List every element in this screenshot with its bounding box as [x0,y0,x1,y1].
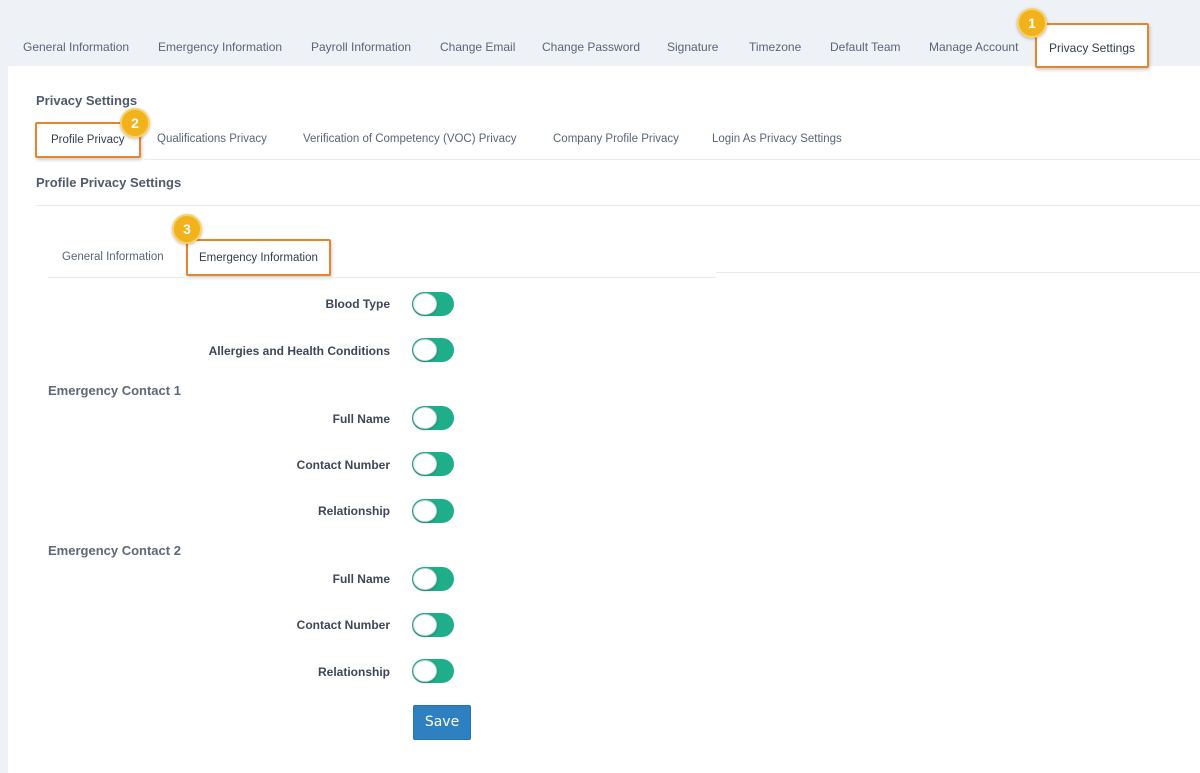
contact1-contact-number-label: Contact Number [296,458,390,472]
tab-privacy-settings[interactable]: Privacy Settings [1035,23,1150,68]
contact2-relationship-toggle[interactable] [412,659,454,683]
tab-manage-account[interactable]: Manage Account [929,40,1018,54]
inner-tab-emergency-information[interactable]: Emergency Information [186,239,331,276]
divider [716,272,1200,273]
toggle-knob [413,568,437,590]
contact1-relationship-toggle[interactable] [412,499,454,523]
step-badge-1: 1 [1017,8,1047,38]
contact2-relationship-label: Relationship [317,665,390,679]
tab-change-password[interactable]: Change Password [542,40,640,54]
contact2-full-name-label: Full Name [332,572,390,586]
subtab-company-profile-privacy[interactable]: Company Profile Privacy [553,133,679,145]
tab-signature[interactable]: Signature [667,40,718,54]
divider [144,159,1200,160]
allergies-toggle[interactable] [412,338,454,362]
toggle-knob [413,453,437,475]
blood-type-toggle[interactable] [412,292,454,316]
step-badge-2: 2 [120,108,150,138]
emergency-contact-1-title: Emergency Contact 1 [48,383,181,398]
section-title: Profile Privacy Settings [36,175,182,190]
toggle-knob [413,339,437,361]
tab-general-information[interactable]: General Information [23,40,129,54]
blood-type-label: Blood Type [325,297,390,311]
toggle-knob [413,293,437,315]
divider [48,277,716,278]
subtab-login-as-privacy[interactable]: Login As Privacy Settings [712,133,842,145]
tab-timezone[interactable]: Timezone [749,40,801,54]
tab-payroll-information[interactable]: Payroll Information [311,40,411,54]
toggle-knob [413,660,437,682]
toggle-knob [413,407,437,429]
page-title: Privacy Settings [36,93,138,108]
save-button[interactable]: Save [413,705,471,740]
contact1-full-name-label: Full Name [332,412,390,426]
emergency-contact-2-title: Emergency Contact 2 [48,543,181,558]
content-panel [8,66,1200,773]
tab-default-team[interactable]: Default Team [830,40,900,54]
toggle-knob [413,614,437,636]
toggle-knob [413,500,437,522]
divider [36,205,1200,206]
contact1-relationship-label: Relationship [317,504,390,518]
contact2-full-name-toggle[interactable] [412,567,454,591]
subtab-voc-privacy[interactable]: Verification of Competency (VOC) Privacy [303,133,516,145]
tab-change-email[interactable]: Change Email [440,40,515,54]
contact2-contact-number-label: Contact Number [296,618,390,632]
subtab-qualifications-privacy[interactable]: Qualifications Privacy [157,133,267,145]
tab-emergency-information[interactable]: Emergency Information [158,40,282,54]
allergies-label: Allergies and Health Conditions [208,344,390,358]
inner-tab-general-information[interactable]: General Information [62,251,164,263]
contact1-full-name-toggle[interactable] [412,406,454,430]
contact2-contact-number-toggle[interactable] [412,613,454,637]
step-badge-3: 3 [172,214,202,244]
contact1-contact-number-toggle[interactable] [412,452,454,476]
